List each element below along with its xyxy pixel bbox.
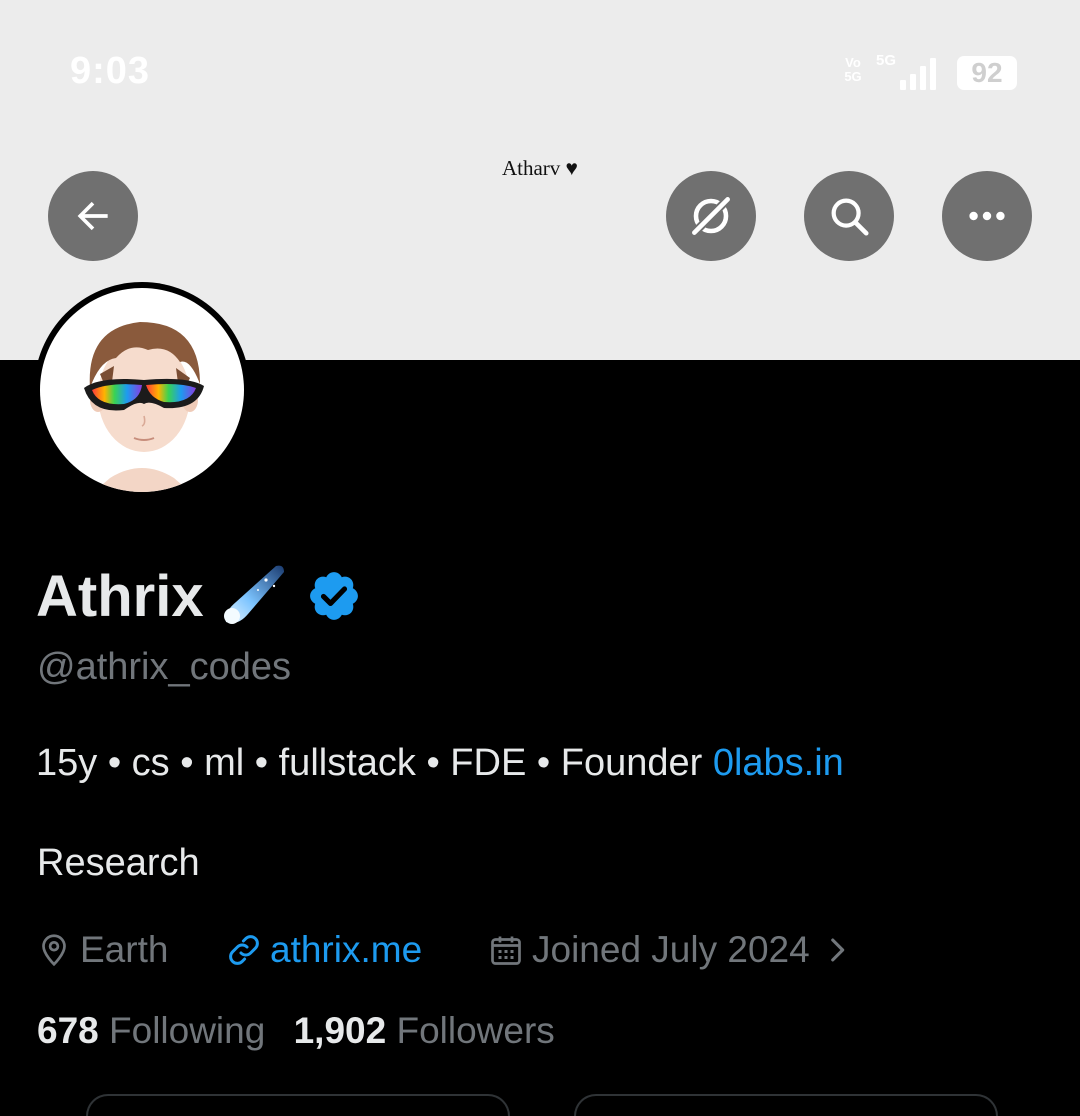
followers-link[interactable]: 1,902 Followers bbox=[294, 1010, 555, 1051]
network-type: 5G bbox=[876, 52, 897, 69]
bio-text: 15y • cs • ml • fullstack • FDE • Founde… bbox=[36, 742, 713, 784]
follow-stats: 678 Following 1,902 Followers bbox=[37, 1010, 555, 1052]
search-button[interactable] bbox=[804, 171, 894, 261]
link-icon bbox=[229, 935, 259, 965]
bottom-button-right[interactable] bbox=[574, 1094, 998, 1116]
avatar-image bbox=[40, 288, 244, 492]
banner-text: Atharv ♥ bbox=[501, 156, 579, 180]
chevron-right-icon bbox=[830, 938, 844, 962]
arrow-left-icon bbox=[77, 201, 108, 231]
followers-label: Followers bbox=[396, 1010, 555, 1051]
website-link[interactable]: athrix.me bbox=[270, 929, 422, 971]
location-item: Earth bbox=[36, 924, 168, 976]
grok-icon bbox=[689, 194, 733, 238]
battery-indicator: 92 bbox=[957, 56, 1017, 90]
display-name: Athrix bbox=[36, 563, 204, 629]
verified-badge-icon bbox=[309, 572, 358, 620]
following-label: Following bbox=[109, 1010, 266, 1051]
location-text: Earth bbox=[80, 929, 169, 970]
signal-icon bbox=[900, 58, 940, 90]
comet-icon bbox=[223, 565, 284, 624]
volte-indicator: Vo 5G bbox=[844, 55, 862, 84]
website-item[interactable]: athrix.me bbox=[226, 924, 422, 976]
followers-count: 1,902 bbox=[293, 1010, 387, 1051]
profile-bio: 15y • cs • ml • fullstack • FDE • Founde… bbox=[36, 742, 844, 785]
more-icon bbox=[969, 211, 1005, 221]
profile-handle: @athrix_codes bbox=[37, 646, 292, 688]
following-count: 678 bbox=[37, 1010, 99, 1051]
name-row: Athrix bbox=[36, 556, 362, 636]
profile-avatar[interactable] bbox=[34, 282, 250, 498]
back-button[interactable] bbox=[48, 171, 138, 261]
bottom-button-left[interactable] bbox=[86, 1094, 510, 1116]
search-icon bbox=[831, 198, 869, 236]
joined-item[interactable]: Joined July 2024 bbox=[488, 924, 854, 976]
calendar-icon bbox=[491, 936, 521, 965]
bio-link[interactable]: 0labs.in bbox=[713, 742, 844, 784]
following-link[interactable]: 678 Following bbox=[37, 1010, 276, 1051]
grok-button[interactable] bbox=[666, 171, 756, 261]
joined-text: Joined July 2024 bbox=[532, 929, 810, 970]
location-pin-icon bbox=[42, 934, 66, 967]
bio-line2: Research bbox=[37, 842, 200, 884]
status-time: 9:03 bbox=[70, 50, 151, 92]
more-button[interactable] bbox=[942, 171, 1032, 261]
